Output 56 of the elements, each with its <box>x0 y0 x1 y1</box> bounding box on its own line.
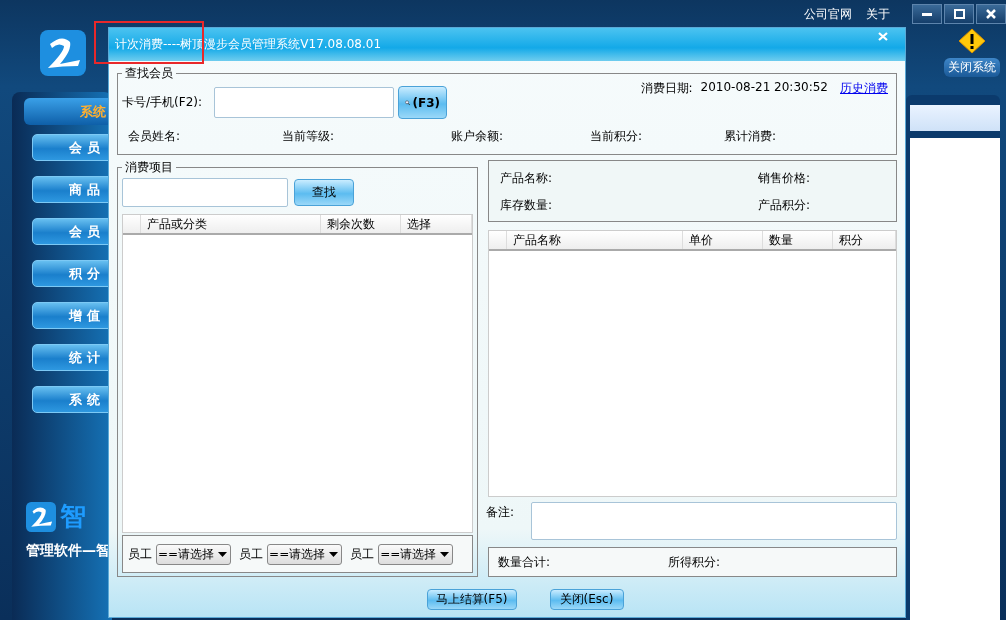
history-link[interactable]: 历史消费 <box>840 80 888 97</box>
staff-label: 员工 <box>350 545 375 563</box>
info-label: 产品名称: <box>500 170 554 187</box>
caret-icon <box>329 551 339 557</box>
close-icon <box>878 31 888 41</box>
date-label: 消费日期: <box>640 80 693 97</box>
sidebar-header-text: 系统 <box>80 102 106 121</box>
item-search-field[interactable] <box>122 178 288 207</box>
column-header[interactable]: 选择 <box>401 215 472 233</box>
top-link[interactable]: 公司官网 <box>804 5 852 23</box>
column-header[interactable]: 积分 <box>833 231 896 249</box>
staff-label: 员工 <box>128 545 152 563</box>
info-label: 当前积分: <box>590 128 644 145</box>
date-value: 2010-08-21 20:30:52 <box>700 80 828 94</box>
info-label: 销售价格: <box>758 170 812 187</box>
info-label: 账户余额: <box>451 128 505 145</box>
dialog-button[interactable]: 关闭(Esc) <box>549 588 624 610</box>
info-label: 产品积分: <box>758 197 812 214</box>
note-label: 备注: <box>486 504 513 521</box>
staff-label: 员工 <box>239 545 264 563</box>
info-label: 累计消费: <box>724 128 778 145</box>
column-header[interactable]: 产品名称 <box>507 231 683 249</box>
field-label: 卡号/手机(F2): <box>122 94 203 111</box>
close-icon <box>986 9 996 19</box>
group-legend: 查找会员 <box>122 65 176 82</box>
member-search-button[interactable]: (F3) <box>398 86 447 119</box>
column-header[interactable]: 数量 <box>763 231 833 249</box>
minimize-button[interactable] <box>912 4 942 24</box>
card-input-field[interactable] <box>214 87 394 118</box>
info-label: 会员姓名: <box>128 128 182 145</box>
caret-icon <box>218 551 228 557</box>
info-label: 当前等级: <box>282 128 336 145</box>
logo-icon <box>40 30 86 76</box>
maximize-button[interactable] <box>944 4 974 24</box>
group-legend: 消费项目 <box>122 159 176 176</box>
warning-icon[interactable] <box>958 28 986 54</box>
info-label: 库存数量: <box>500 197 554 214</box>
minimize-icon <box>922 12 932 16</box>
logo-icon <box>26 501 56 532</box>
total-label: 所得积分: <box>668 553 722 571</box>
top-link[interactable]: 关于 <box>866 5 890 23</box>
staff-select[interactable]: ==请选择 <box>378 543 454 565</box>
dialog-button[interactable]: 马上结算(F5) <box>426 588 517 610</box>
brand-text: 智 <box>60 500 86 533</box>
column-header[interactable]: 单价 <box>683 231 763 249</box>
find-button[interactable]: 查找 <box>294 179 354 206</box>
column-header[interactable]: 产品或分类 <box>141 215 321 233</box>
caret-icon <box>440 551 450 557</box>
maximize-icon <box>953 9 965 19</box>
close-button[interactable] <box>976 4 1006 24</box>
column-header[interactable]: 剩余次数 <box>321 215 401 233</box>
note-field[interactable] <box>531 502 897 540</box>
staff-select[interactable]: ==请选择 <box>267 543 343 565</box>
toolbar-label[interactable]: 关闭系统 <box>944 58 1000 77</box>
staff-select[interactable]: ==请选择 <box>156 543 232 565</box>
total-label: 数量合计: <box>498 553 552 571</box>
